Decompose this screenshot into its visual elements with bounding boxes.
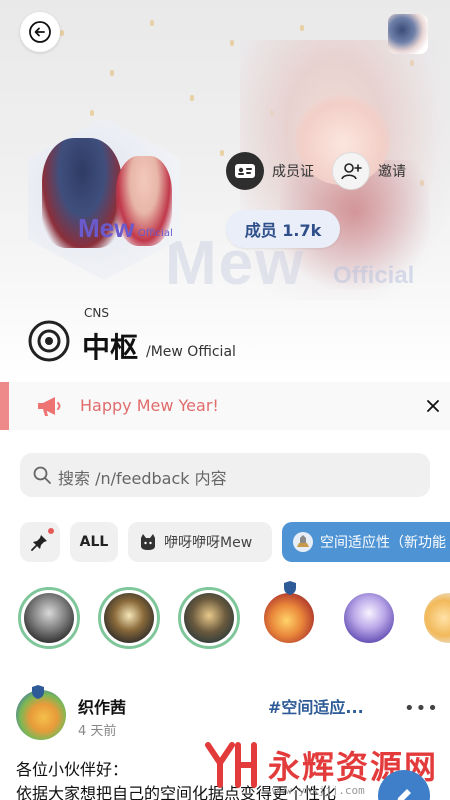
story-avatar[interactable] — [338, 587, 400, 649]
post-tag-link[interactable]: #空间适应... — [268, 694, 364, 718]
membership-card-label: 成员证 — [272, 164, 314, 180]
watermark-logo-icon — [205, 742, 257, 788]
story-avatar[interactable] — [18, 587, 80, 649]
filter-active-label: 空间适应性（新功能 — [320, 535, 446, 551]
community-target-icon — [28, 320, 70, 362]
post-more-button[interactable]: ••• — [404, 698, 439, 719]
filter-all[interactable]: ALL — [70, 522, 118, 562]
spatial-icon — [293, 532, 313, 552]
story-avatar[interactable] — [418, 587, 450, 649]
unread-dot — [48, 528, 54, 534]
close-announcement-button[interactable] — [421, 394, 445, 418]
filter-category-label: 咿呀咿呀Mew — [164, 535, 253, 551]
watermark-url: www.yhkjjj.com — [272, 784, 365, 797]
community-subtitle: /Mew Official — [146, 344, 236, 360]
id-card-icon — [226, 152, 264, 190]
add-user-icon — [332, 152, 370, 190]
pin-icon — [31, 535, 47, 551]
logo-text: Mew — [78, 213, 135, 243]
member-count-button[interactable]: 成员 1.7k — [226, 210, 340, 248]
shield-icon — [32, 685, 44, 699]
cover-watermark-sub: Official — [333, 262, 415, 289]
post-timestamp: 4 天前 — [78, 724, 117, 739]
invite-label: 邀请 — [378, 164, 406, 180]
story-avatar[interactable] — [98, 587, 160, 649]
membership-card-button[interactable]: 成员证 — [226, 152, 314, 190]
pinned-filter-button[interactable] — [20, 522, 60, 562]
search-placeholder: 搜索 /n/feedback 内容 — [58, 469, 227, 488]
post-body-line: 各位小伙伴好： — [16, 760, 129, 779]
megaphone-icon — [38, 397, 61, 416]
pencil-icon — [397, 789, 411, 800]
story-avatar[interactable] — [178, 587, 240, 649]
user-avatar[interactable] — [388, 14, 428, 54]
shield-icon — [284, 581, 296, 595]
post-author-name[interactable]: 织作茜 — [78, 694, 126, 718]
announcement-text: Happy Mew Year! — [80, 396, 219, 415]
search-icon — [33, 466, 51, 484]
back-arrow-icon — [29, 21, 51, 43]
cat-icon — [141, 534, 155, 550]
close-icon — [427, 400, 439, 412]
invite-button[interactable]: 邀请 — [332, 152, 406, 190]
filter-active-tag[interactable]: 空间适应性（新功能 — [282, 522, 450, 562]
logo-subtext: Official — [138, 228, 173, 239]
community-name: 中枢 — [82, 331, 139, 364]
story-avatar[interactable] — [258, 587, 320, 649]
announcement-banner[interactable]: Happy Mew Year! — [0, 382, 450, 430]
back-button[interactable] — [20, 12, 60, 52]
filter-category[interactable]: 咿呀咿呀Mew — [128, 522, 272, 562]
community-code: CNS — [84, 306, 109, 320]
search-input[interactable]: 搜索 /n/feedback 内容 — [20, 453, 430, 497]
